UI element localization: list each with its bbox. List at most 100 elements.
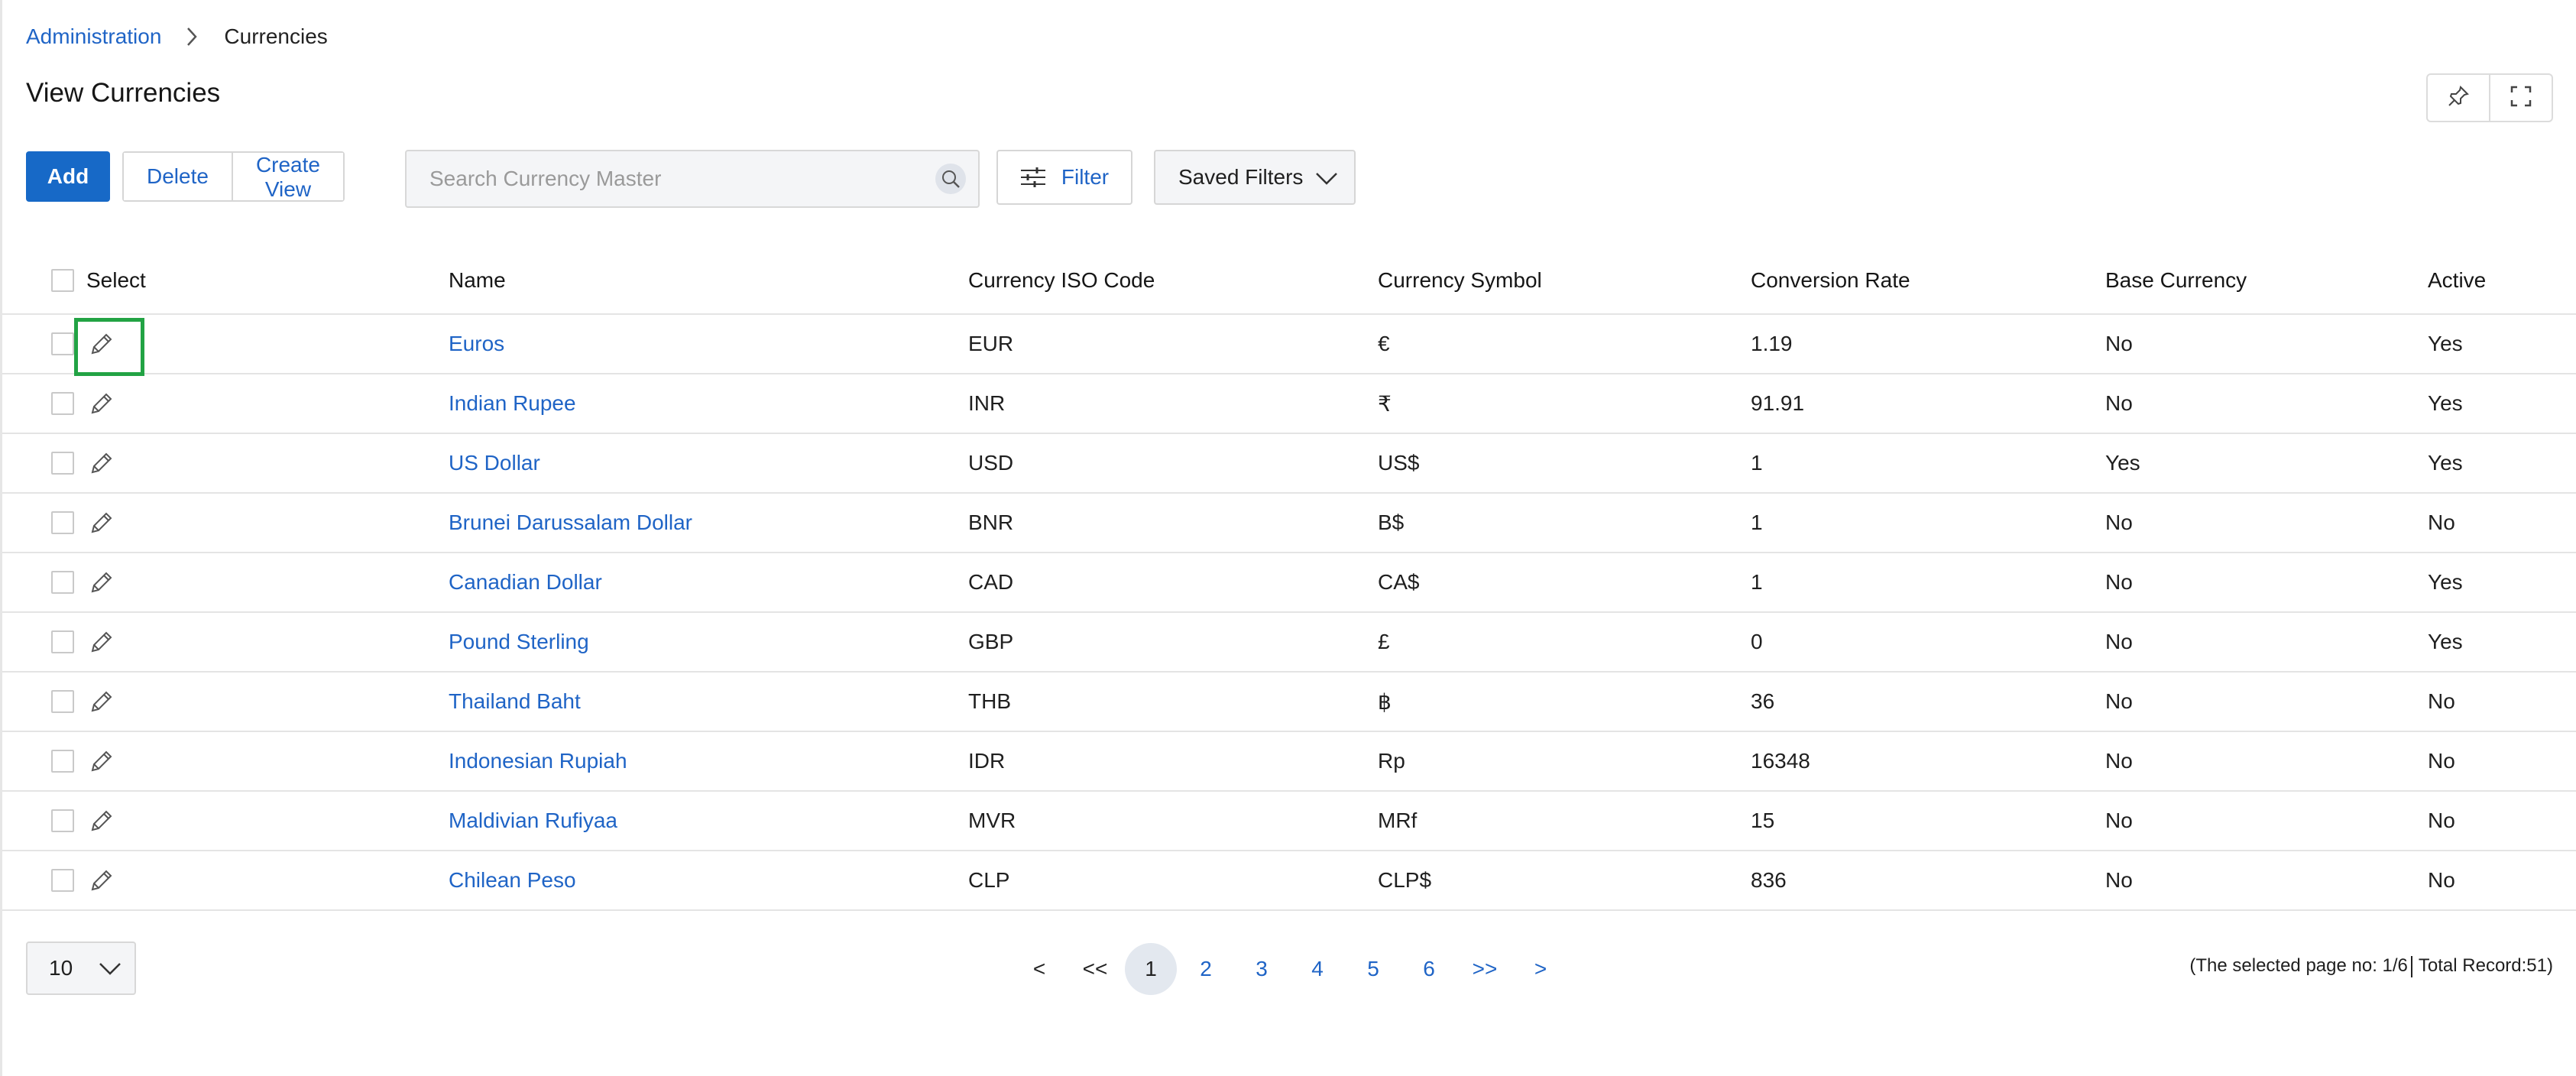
page-3-button[interactable]: 3 [1234, 943, 1289, 995]
search-icon[interactable] [935, 164, 966, 194]
row-checkbox[interactable] [51, 809, 74, 832]
page-size-value: 10 [49, 956, 73, 980]
currency-name-link[interactable]: Indonesian Rupiah [449, 732, 627, 790]
currency-symbol: MRf [1378, 809, 1418, 832]
pin-icon [2447, 85, 2470, 112]
page-title: View Currencies [26, 78, 221, 108]
page-4-button[interactable]: 4 [1290, 943, 1345, 995]
conversion-rate: 16348 [1751, 749, 1810, 773]
page-1-button[interactable]: 1 [1125, 943, 1177, 995]
edit-button[interactable] [88, 851, 115, 909]
currency-iso-code: CAD [968, 570, 1014, 594]
column-header-name[interactable]: Name [449, 248, 506, 313]
edit-button[interactable] [88, 732, 115, 790]
add-button[interactable]: Add [26, 151, 110, 202]
filter-button[interactable]: Filter [996, 150, 1132, 205]
pencil-edit-icon [88, 509, 115, 536]
delete-button[interactable]: Delete [124, 153, 232, 200]
edit-button[interactable] [88, 613, 115, 671]
table-row: US Dollar USD US$ 1 Yes Yes [2, 434, 2576, 494]
edit-button[interactable] [88, 792, 115, 850]
active-status: Yes [2428, 630, 2463, 653]
currency-iso-code: BNR [968, 510, 1014, 534]
currency-name-link[interactable]: US Dollar [449, 434, 540, 492]
edit-button[interactable] [88, 672, 115, 731]
search-input[interactable] [407, 166, 920, 192]
currency-name-link[interactable]: Maldivian Rufiyaa [449, 792, 617, 850]
currency-name-link[interactable]: Pound Sterling [449, 613, 589, 671]
pin-button[interactable] [2428, 75, 2489, 121]
chevron-right-icon [186, 26, 198, 47]
currency-symbol: ₹ [1378, 391, 1392, 416]
currency-iso-code: USD [968, 451, 1014, 475]
currency-name-link[interactable]: Canadian Dollar [449, 553, 602, 611]
status-divider [2410, 955, 2412, 977]
saved-filters-dropdown[interactable]: Saved Filters [1154, 150, 1356, 205]
table-row: Pound Sterling GBP £0 No Yes [2, 613, 2576, 672]
row-checkbox-cell [51, 672, 74, 731]
table-row: Chilean Peso CLP CLP$ 836 No No [2, 851, 2576, 911]
base-currency: No [2105, 809, 2133, 832]
fullscreen-button[interactable] [2489, 75, 2552, 121]
row-checkbox-cell [51, 553, 74, 611]
pencil-edit-icon [88, 449, 115, 477]
row-checkbox[interactable] [51, 630, 74, 653]
column-header-select: Select [86, 268, 146, 292]
row-checkbox[interactable] [51, 750, 74, 773]
last-page-button[interactable]: >> [1457, 943, 1512, 995]
column-header-symbol[interactable]: Currency Symbol [1378, 248, 1542, 313]
base-currency: No [2105, 510, 2133, 534]
currency-symbol: CLP$ [1378, 868, 1432, 892]
active-status: No [2428, 868, 2455, 892]
chevron-down-icon [98, 958, 122, 984]
edit-button[interactable] [88, 374, 115, 433]
pencil-edit-icon [88, 867, 115, 894]
row-checkbox[interactable] [51, 571, 74, 594]
select-all-checkbox[interactable] [51, 269, 74, 292]
edit-button[interactable] [88, 434, 115, 492]
total-record-text: Total Record:51) [2418, 955, 2553, 976]
currency-iso-code: IDR [968, 749, 1006, 773]
row-checkbox[interactable] [51, 452, 74, 475]
table-row: Brunei Darussalam Dollar BNR B$ 1 No No [2, 494, 2576, 553]
first-page-button[interactable]: << [1068, 943, 1123, 995]
edit-button[interactable] [88, 553, 115, 611]
column-header-iso-code[interactable]: Currency ISO Code [968, 248, 1155, 313]
edit-focus-outline [74, 318, 144, 376]
currency-name-link[interactable]: Thailand Baht [449, 672, 581, 731]
currency-iso-code: INR [968, 391, 1006, 415]
page-6-button[interactable]: 6 [1401, 943, 1456, 995]
currency-iso-code: THB [968, 689, 1011, 713]
active-status: No [2428, 749, 2455, 773]
column-header-base-currency[interactable]: Base Currency [2105, 248, 2247, 313]
row-checkbox[interactable] [51, 332, 74, 355]
pencil-edit-icon [88, 747, 115, 775]
row-checkbox[interactable] [51, 869, 74, 892]
conversion-rate: 0 [1751, 630, 1763, 653]
conversion-rate: 1 [1751, 510, 1763, 534]
row-checkbox[interactable] [51, 690, 74, 713]
page-5-button[interactable]: 5 [1346, 943, 1401, 995]
row-checkbox-cell [51, 434, 74, 492]
column-header-conversion-rate[interactable]: Conversion Rate [1751, 248, 1910, 313]
active-status: Yes [2428, 451, 2463, 475]
page-2-button[interactable]: 2 [1178, 943, 1233, 995]
prev-page-button[interactable]: < [1012, 943, 1067, 995]
currency-name-link[interactable]: Euros [449, 315, 504, 373]
table-body: Euros EUR €1.19 No Yes Indian Rupee INR ₹91.91 N… [2, 315, 2576, 911]
currency-name-link[interactable]: Chilean Peso [449, 851, 576, 909]
pagination: < << 1 2 3 4 5 6 >> > [1012, 943, 1569, 995]
next-page-button[interactable]: > [1513, 943, 1568, 995]
page-size-select[interactable]: 10 [26, 942, 136, 995]
currency-iso-code: GBP [968, 630, 1014, 653]
column-header-active[interactable]: Active [2428, 248, 2486, 313]
create-view-button[interactable]: Create View [231, 153, 343, 201]
action-button-group: Delete Create View [122, 151, 345, 202]
edit-button[interactable] [88, 494, 115, 552]
pencil-edit-icon [88, 688, 115, 715]
currency-name-link[interactable]: Brunei Darussalam Dollar [449, 494, 692, 552]
row-checkbox[interactable] [51, 392, 74, 415]
row-checkbox[interactable] [51, 511, 74, 534]
currency-name-link[interactable]: Indian Rupee [449, 374, 576, 433]
breadcrumb-administration-link[interactable]: Administration [26, 24, 161, 49]
